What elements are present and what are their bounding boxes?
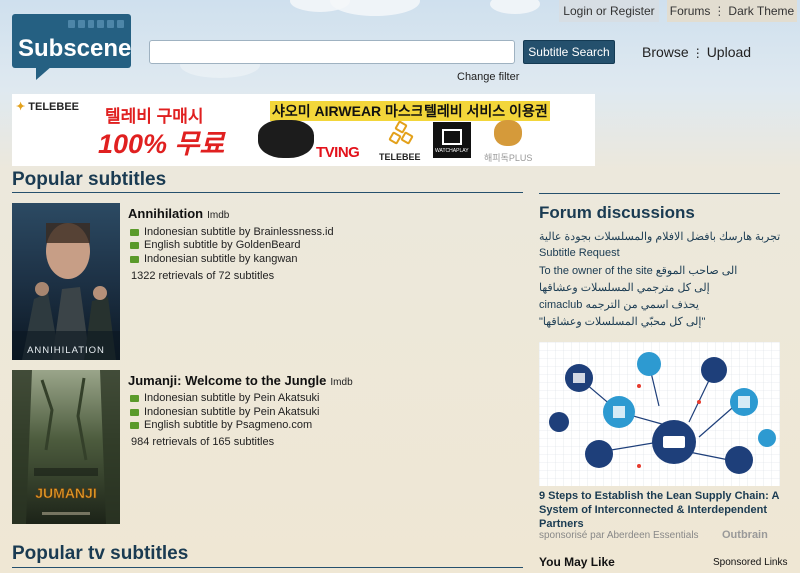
forums-link[interactable]: Forums xyxy=(670,4,711,18)
cloud-decoration xyxy=(330,0,420,16)
telebee-logo-icon xyxy=(388,120,414,148)
poster-image: JUMANJI xyxy=(12,370,120,524)
sponsored-ad-image[interactable] xyxy=(539,342,780,486)
forum-thread-link[interactable]: إلى كل مترجمي المسلسلات وعشاقها xyxy=(539,281,710,294)
subtitle-icon xyxy=(130,228,139,236)
tving-logo: TVING xyxy=(316,144,360,161)
imdb-link[interactable]: Imdb xyxy=(330,377,352,388)
happy-dog-plus-logo: 해피독PLUS xyxy=(484,153,533,163)
popular-subtitles-heading: Popular subtitles xyxy=(12,169,167,190)
separator: ⋮ xyxy=(713,4,726,18)
forum-thread-link[interactable]: تجربة هارسك بافضل الافلام والمسلسلات بجو… xyxy=(539,230,780,243)
forum-thread-link[interactable]: To the owner of the site الى صاحب الموقع xyxy=(539,264,737,277)
subtitle-icon xyxy=(130,255,139,263)
cloud-decoration xyxy=(490,0,540,14)
popular-tv-subtitles-heading: Popular tv subtitles xyxy=(12,543,189,564)
subtitle-icon xyxy=(130,241,139,249)
banner-promo-service: 텔레비 서비스 이용권 xyxy=(422,101,550,121)
section-divider xyxy=(12,192,523,193)
mask-image xyxy=(258,120,314,158)
browse-upload-nav: Browse ⋮ Upload xyxy=(642,44,751,60)
change-filter-link[interactable]: Change filter xyxy=(457,71,519,83)
top-links-bar: Forums ⋮ Dark Theme xyxy=(667,0,797,22)
section-divider xyxy=(539,193,780,194)
watcha-play-logo: WATCHAPLAY xyxy=(433,122,471,158)
logo-speech-tail xyxy=(36,66,52,80)
telebee-small-logo: TELEBEE xyxy=(379,152,421,162)
subtitle-link[interactable]: English subtitle by Psagmeno.com xyxy=(130,419,312,431)
subtitle-link[interactable]: Indonesian subtitle by Brainlessness.id xyxy=(130,226,334,238)
subtitle-link[interactable]: Indonesian subtitle by Pein Akatsuki xyxy=(130,392,320,404)
poster-image: ANNIHILATION xyxy=(12,203,120,360)
subtitle-link[interactable]: Indonesian subtitle by Pein Akatsuki xyxy=(130,406,320,418)
login-register-link[interactable]: Login or Register xyxy=(559,0,659,22)
poster-title-text: ANNIHILATION xyxy=(27,345,105,356)
banner-promo-mask: 샤오미 AIRWEAR 마스크 xyxy=(270,101,426,121)
outbrain-logo[interactable]: Outbrain xyxy=(722,529,768,541)
forum-thread-link[interactable]: "إلى كل محبّي المسلسلات وعشاقها" xyxy=(539,315,705,328)
subtitle-search-button[interactable]: Subtitle Search xyxy=(523,40,615,64)
search-input[interactable] xyxy=(149,40,515,64)
dark-theme-link[interactable]: Dark Theme xyxy=(728,4,794,18)
sponsored-ad-title[interactable]: 9 Steps to Establish the Lean Supply Cha… xyxy=(539,489,779,531)
happy-dog-icon xyxy=(494,120,522,146)
forum-discussions-heading: Forum discussions xyxy=(539,203,695,222)
imdb-link[interactable]: Imdb xyxy=(207,210,229,221)
jumanji-poster[interactable]: JUMANJI xyxy=(12,370,120,524)
poster-title-text: JUMANJI xyxy=(35,485,96,501)
forum-thread-link[interactable]: Subtitle Request xyxy=(539,247,620,259)
film-title-annihilation[interactable]: Annihilation Imdb xyxy=(128,206,229,221)
subtitle-icon xyxy=(130,421,139,429)
banner-ad[interactable]: ✦ TELEBEE 텔레비 구매시 100% 무료 샤오미 AIRWEAR 마스… xyxy=(12,94,595,166)
you-may-like-heading: You May Like xyxy=(539,555,615,569)
retrievals-count: 1322 retrievals of 72 subtitles xyxy=(131,270,275,282)
subtitle-icon xyxy=(130,394,139,402)
sponsored-links-label[interactable]: Sponsored Links xyxy=(713,557,788,568)
retrievals-count: 984 retrievals of 165 subtitles xyxy=(131,436,275,448)
supply-chain-illustration xyxy=(539,342,780,486)
section-divider xyxy=(12,567,523,568)
site-logo[interactable]: Subscene xyxy=(12,14,131,80)
subtitle-link[interactable]: English subtitle by GoldenBeard xyxy=(130,239,301,251)
sponsored-ad-source: sponsorisé par Aberdeen Essentials xyxy=(539,530,699,541)
upload-link[interactable]: Upload xyxy=(707,44,751,60)
logo-text: Subscene xyxy=(18,35,132,62)
subtitle-icon xyxy=(130,408,139,416)
browse-link[interactable]: Browse xyxy=(642,44,689,60)
annihilation-poster[interactable]: ANNIHILATION xyxy=(12,203,120,360)
banner-brand: ✦ TELEBEE xyxy=(16,101,80,113)
film-title-jumanji[interactable]: Jumanji: Welcome to the Jungle Imdb xyxy=(128,373,353,388)
film-strip-icon xyxy=(68,20,124,28)
banner-free-text: 100% 무료 xyxy=(98,129,225,159)
separator: ⋮ xyxy=(691,46,704,60)
subtitle-link[interactable]: Indonesian subtitle by kangwan xyxy=(130,253,298,265)
forum-thread-link[interactable]: cimaclub يحذف اسمي من الترجمه xyxy=(539,298,699,311)
